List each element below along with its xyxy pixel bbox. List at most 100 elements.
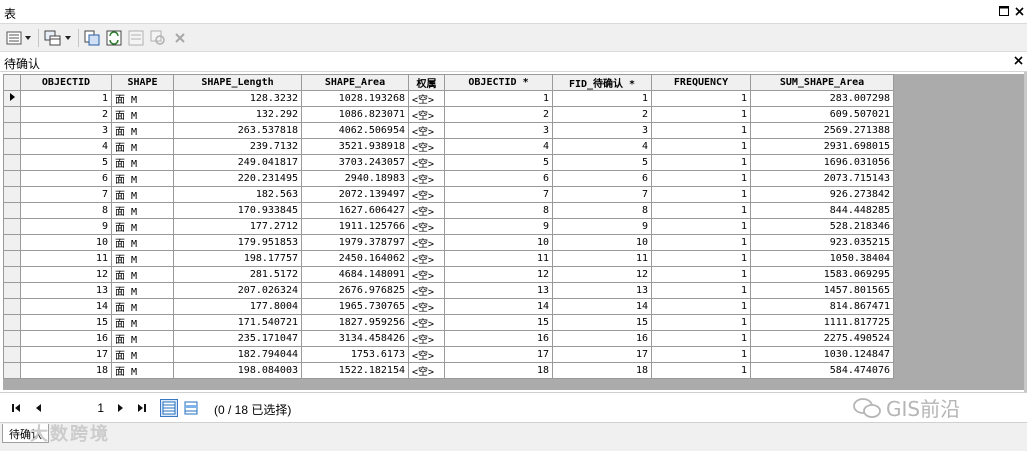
table-cell[interactable]: <空> — [408, 346, 445, 363]
row-selector[interactable] — [3, 202, 21, 219]
table-cell[interactable]: 面 M — [111, 346, 174, 363]
table-cell[interactable]: 1 — [651, 282, 751, 299]
close-window-button[interactable] — [1012, 4, 1026, 18]
table-cell[interactable]: 9 — [552, 218, 652, 235]
table-cell[interactable]: 1 — [651, 122, 751, 139]
current-record-input[interactable] — [50, 399, 106, 417]
row-selector[interactable] — [3, 266, 21, 283]
table-cell[interactable]: 面 M — [111, 122, 174, 139]
table-row[interactable]: 15 面 M 171.540721 1827.959256 <空> 15 15 1 1111.8… — [3, 314, 894, 331]
table-cell[interactable]: 1 — [552, 90, 652, 107]
table-cell[interactable]: 182.563 — [173, 186, 302, 203]
table-row[interactable]: 8面 M 170.933845 1627.606427 <空> 8 8 1 844.44828… — [3, 202, 894, 219]
row-selector[interactable] — [3, 362, 21, 379]
table-cell[interactable]: 16 — [552, 330, 652, 347]
row-selector[interactable] — [3, 234, 21, 251]
table-row[interactable]: 16 面 M 235.171047 3134.458426 <空> 16 16 1 2275.4… — [3, 330, 894, 347]
table-cell[interactable]: 1522.182154 — [301, 362, 409, 379]
table-cell[interactable]: 1 — [651, 218, 751, 235]
previous-record-button[interactable] — [30, 401, 46, 415]
table-cell[interactable]: 8 — [552, 202, 652, 219]
table-cell[interactable]: 198.17757 — [173, 250, 302, 267]
table-row[interactable]: 2面 M 132.292 1086.823071 <空> 2 2 1 609.507021 — [3, 106, 894, 123]
table-cell[interactable]: 2 — [444, 106, 553, 123]
table-cell[interactable]: 2569.271388 — [750, 122, 894, 139]
column-header-ownership[interactable]: 权属 — [408, 74, 445, 91]
table-cell[interactable]: 263.537818 — [173, 122, 302, 139]
table-cell[interactable]: <空> — [408, 186, 445, 203]
table-cell[interactable]: 6 — [444, 170, 553, 187]
table-cell[interactable]: 3521.938918 — [301, 138, 409, 155]
table-cell[interactable]: 128.3232 — [173, 90, 302, 107]
row-selector[interactable] — [3, 122, 21, 139]
delete-selected-button[interactable] — [174, 29, 186, 47]
table-cell[interactable]: 15 — [20, 314, 112, 331]
clear-selection-button[interactable] — [128, 29, 144, 47]
table-row[interactable]: 11 面 M 198.17757 2450.164062 <空> 11 11 1 1050.38… — [3, 250, 894, 267]
table-cell[interactable]: <空> — [408, 314, 445, 331]
table-cell[interactable]: 814.867471 — [750, 298, 894, 315]
table-cell[interactable]: 1 — [651, 250, 751, 267]
table-cell[interactable]: 16 — [444, 330, 553, 347]
table-row[interactable]: 13 面 M 207.026324 2676.976825 <空> 13 13 1 1457.8… — [3, 282, 894, 299]
table-cell[interactable]: 15 — [552, 314, 652, 331]
zoom-to-selected-button[interactable] — [150, 29, 166, 47]
table-cell[interactable]: 4 — [444, 138, 553, 155]
table-cell[interactable]: <空> — [408, 106, 445, 123]
table-cell[interactable]: 7 — [20, 186, 112, 203]
table-cell[interactable]: 239.7132 — [173, 138, 302, 155]
table-row[interactable]: 6面 M 220.231495 2940.18983 <空> 6 6 1 2073.71514… — [3, 170, 894, 187]
table-cell[interactable]: 609.507021 — [750, 106, 894, 123]
table-row[interactable]: 1面 M 128.3232 1028.193268 <空> 1 1 1 283.007298 — [3, 90, 894, 107]
table-cell[interactable]: 面 M — [111, 170, 174, 187]
table-cell[interactable]: 12 — [444, 266, 553, 283]
row-selector[interactable] — [3, 218, 21, 235]
table-row[interactable]: 18 面 M 198.084003 1522.182154 <空> 18 18 1 584.47… — [3, 362, 894, 379]
table-cell[interactable]: 9 — [444, 218, 553, 235]
column-header-shape[interactable]: SHAPE — [111, 74, 174, 91]
row-selector[interactable] — [3, 250, 21, 267]
table-cell[interactable]: 面 M — [111, 266, 174, 283]
row-selector[interactable] — [3, 106, 21, 123]
table-cell[interactable]: 2931.698015 — [750, 138, 894, 155]
table-cell[interactable]: 2940.18983 — [301, 170, 409, 187]
switch-selection-button[interactable] — [106, 29, 122, 47]
table-cell[interactable]: 5 — [444, 154, 553, 171]
table-cell[interactable]: <空> — [408, 298, 445, 315]
table-cell[interactable]: 177.8004 — [173, 298, 302, 315]
show-all-records-button[interactable] — [160, 399, 178, 417]
table-cell[interactable]: <空> — [408, 234, 445, 251]
table-cell[interactable]: 235.171047 — [173, 330, 302, 347]
table-row[interactable]: 17 面 M 182.794044 1753.6173 <空> 17 17 1 1030.124… — [3, 346, 894, 363]
table-cell[interactable]: 198.084003 — [173, 362, 302, 379]
table-cell[interactable]: 面 M — [111, 330, 174, 347]
table-cell[interactable]: 2072.139497 — [301, 186, 409, 203]
table-cell[interactable]: 5 — [552, 154, 652, 171]
table-row[interactable]: 10 面 M 179.951853 1979.378797 <空> 10 10 1 923.03… — [3, 234, 894, 251]
table-cell[interactable]: 面 M — [111, 186, 174, 203]
table-row[interactable]: 3面 M 263.537818 4062.506954 <空> 3 3 1 2569.2713… — [3, 122, 894, 139]
table-cell[interactable]: 3134.458426 — [301, 330, 409, 347]
table-cell[interactable]: 11 — [20, 250, 112, 267]
table-cell[interactable]: 13 — [552, 282, 652, 299]
table-cell[interactable]: 2676.976825 — [301, 282, 409, 299]
table-cell[interactable]: 7 — [444, 186, 553, 203]
table-cell[interactable]: 2073.715143 — [750, 170, 894, 187]
table-cell[interactable]: <空> — [408, 154, 445, 171]
table-cell[interactable]: 15 — [444, 314, 553, 331]
table-cell[interactable]: 1627.606427 — [301, 202, 409, 219]
table-cell[interactable]: 面 M — [111, 90, 174, 107]
table-cell[interactable]: 面 M — [111, 298, 174, 315]
table-cell[interactable]: 1 — [651, 362, 751, 379]
column-header-frequency[interactable]: FREQUENCY — [651, 74, 751, 91]
table-cell[interactable]: 1050.38404 — [750, 250, 894, 267]
table-cell[interactable]: 4684.148091 — [301, 266, 409, 283]
column-header-sum-shape-area[interactable]: SUM_SHAPE_Area — [750, 74, 894, 91]
table-row[interactable]: 12 面 M 281.5172 4684.148091 <空> 12 12 1 1583.069… — [3, 266, 894, 283]
row-selector[interactable] — [3, 138, 21, 155]
table-cell[interactable]: 283.007298 — [750, 90, 894, 107]
table-cell[interactable]: 18 — [444, 362, 553, 379]
table-cell[interactable]: 面 M — [111, 282, 174, 299]
table-cell[interactable]: 1 — [20, 90, 112, 107]
table-cell[interactable]: 12 — [20, 266, 112, 283]
